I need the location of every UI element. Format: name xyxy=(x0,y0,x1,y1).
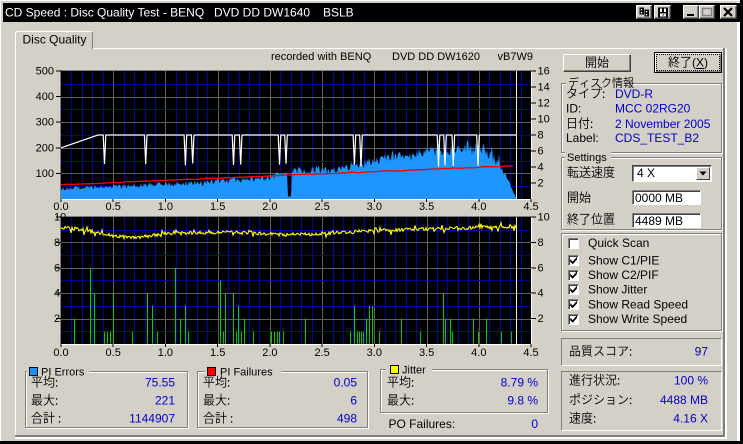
svg-text:300: 300 xyxy=(36,117,54,129)
svg-text:221: 221 xyxy=(155,394,175,408)
svg-text:4.5: 4.5 xyxy=(523,201,538,213)
svg-text:CDS_TEST_B2: CDS_TEST_B2 xyxy=(615,131,699,145)
svg-text:1144907: 1144907 xyxy=(129,412,175,426)
svg-text:0000 MB: 0000 MB xyxy=(635,191,683,205)
svg-text:6: 6 xyxy=(54,262,60,274)
svg-text:8: 8 xyxy=(538,237,544,249)
svg-text:PI Failures: PI Failures xyxy=(220,367,273,379)
svg-text:4488 MB: 4488 MB xyxy=(660,393,708,407)
svg-text:4: 4 xyxy=(538,288,544,300)
svg-text:498: 498 xyxy=(337,412,357,426)
svg-text:2: 2 xyxy=(538,178,544,190)
svg-text:Disc Quality: Disc Quality xyxy=(23,33,87,47)
svg-text:10: 10 xyxy=(538,212,550,224)
svg-text:400: 400 xyxy=(36,91,54,103)
svg-text:1.5: 1.5 xyxy=(210,201,225,213)
svg-text:0.0: 0.0 xyxy=(53,201,68,213)
svg-text:8: 8 xyxy=(54,237,60,249)
svg-text:6: 6 xyxy=(538,146,544,158)
svg-text:4489 MB: 4489 MB xyxy=(635,214,683,228)
svg-text:4.16 X: 4.16 X xyxy=(673,412,708,426)
svg-text:(X): (X) xyxy=(692,56,708,70)
svg-text:4.5: 4.5 xyxy=(523,347,538,359)
svg-text:2: 2 xyxy=(54,313,60,325)
svg-text:0.0: 0.0 xyxy=(53,347,68,359)
svg-text:500: 500 xyxy=(36,66,54,78)
svg-text:vB7W9: vB7W9 xyxy=(498,51,533,63)
svg-text:200: 200 xyxy=(36,142,54,154)
svg-text:PI Errors: PI Errors xyxy=(41,367,85,379)
svg-text:Show Jitter: Show Jitter xyxy=(588,283,647,297)
svg-text:10: 10 xyxy=(54,212,66,224)
svg-text:6: 6 xyxy=(350,394,357,408)
svg-text:1.5: 1.5 xyxy=(210,347,225,359)
svg-text:Show C1/PIE: Show C1/PIE xyxy=(588,254,659,268)
svg-text:Label:: Label: xyxy=(566,131,599,145)
svg-text:3.5: 3.5 xyxy=(419,347,434,359)
svg-text:DVD DD DW1640: DVD DD DW1640 xyxy=(214,6,310,20)
svg-text:Show C2/PIF: Show C2/PIF xyxy=(588,268,659,282)
svg-text:CD Speed : Disc Quality Test -: CD Speed : Disc Quality Test - BENQ xyxy=(5,6,204,20)
svg-text:100 %: 100 % xyxy=(674,374,708,388)
svg-text:DVD-R: DVD-R xyxy=(615,87,653,101)
svg-text:BSLB: BSLB xyxy=(323,6,354,20)
svg-text:3.0: 3.0 xyxy=(367,201,382,213)
svg-text:0.5: 0.5 xyxy=(106,201,121,213)
svg-text:4.0: 4.0 xyxy=(471,347,486,359)
svg-text:6: 6 xyxy=(538,262,544,274)
svg-text:0.05: 0.05 xyxy=(334,376,358,390)
svg-text:0: 0 xyxy=(531,417,538,431)
svg-text:2.0: 2.0 xyxy=(262,347,277,359)
svg-text:16: 16 xyxy=(538,66,550,78)
svg-text:3.5: 3.5 xyxy=(419,201,434,213)
svg-text:100: 100 xyxy=(36,168,54,180)
svg-text:2.5: 2.5 xyxy=(314,201,329,213)
svg-text:9.8 %: 9.8 % xyxy=(507,394,538,408)
svg-text:97: 97 xyxy=(695,345,709,359)
svg-text:Quick Scan: Quick Scan xyxy=(588,236,649,250)
svg-text:2.0: 2.0 xyxy=(262,201,277,213)
svg-text:0.5: 0.5 xyxy=(106,347,121,359)
svg-text:4: 4 xyxy=(54,288,60,300)
svg-text:12: 12 xyxy=(538,98,550,110)
svg-text:Show Read Speed: Show Read Speed xyxy=(588,298,688,312)
svg-text:8: 8 xyxy=(538,130,544,142)
svg-text:4 X: 4 X xyxy=(637,166,655,180)
svg-text:2: 2 xyxy=(538,313,544,325)
svg-text:4.0: 4.0 xyxy=(471,201,486,213)
svg-text:1.0: 1.0 xyxy=(158,201,173,213)
svg-text:DVD DD DW1620: DVD DD DW1620 xyxy=(392,51,480,63)
svg-text:14: 14 xyxy=(538,82,550,94)
svg-text:Settings: Settings xyxy=(567,152,607,164)
svg-text:MCC 02RG20: MCC 02RG20 xyxy=(615,102,691,116)
svg-text:10: 10 xyxy=(538,114,550,126)
svg-text:2.5: 2.5 xyxy=(314,347,329,359)
svg-text:recorded with BENQ: recorded with BENQ xyxy=(271,51,372,63)
svg-text:4: 4 xyxy=(538,162,544,174)
svg-text:Show Write Speed: Show Write Speed xyxy=(588,312,687,326)
svg-text:ID:: ID: xyxy=(566,102,581,116)
svg-text:2 November 2005: 2 November 2005 xyxy=(615,117,711,131)
svg-text:Jitter: Jitter xyxy=(402,365,426,377)
svg-text:75.55: 75.55 xyxy=(145,376,175,390)
svg-text:PO Failures:: PO Failures: xyxy=(389,417,456,431)
svg-text:3.0: 3.0 xyxy=(367,347,382,359)
svg-text:1.0: 1.0 xyxy=(158,347,173,359)
svg-text:8.79 %: 8.79 % xyxy=(501,376,539,390)
